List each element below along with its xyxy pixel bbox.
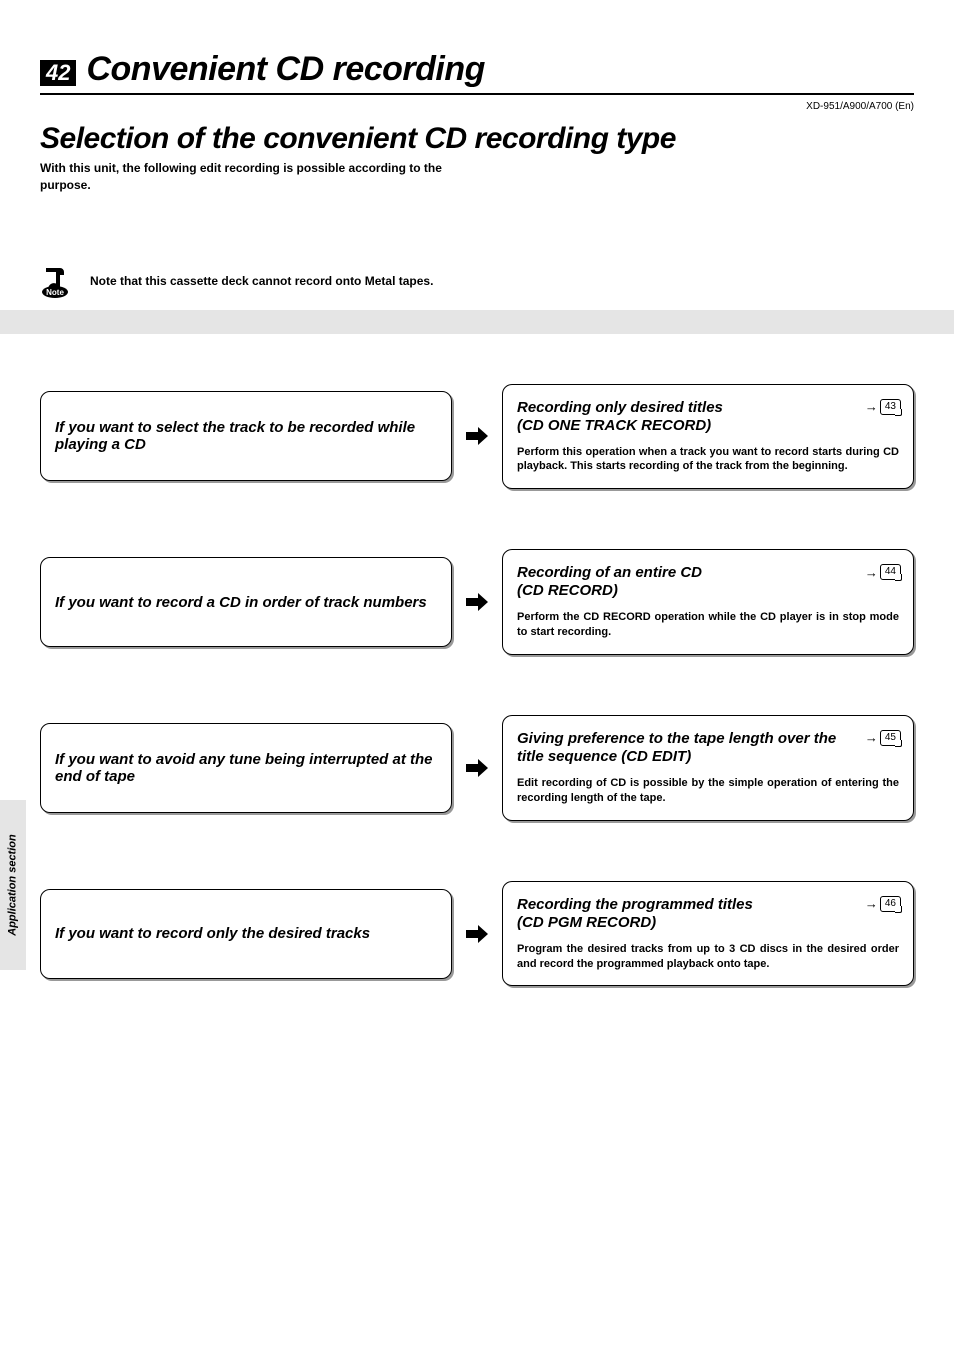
arrow-right-icon: [466, 759, 488, 777]
option-result-title: Recording only desired titles(CD ONE TRA…: [517, 399, 899, 435]
page-reference: → 43: [865, 399, 901, 415]
option-result-title: Recording the programmed titles(CD PGM R…: [517, 896, 899, 932]
option-condition-box: If you want to avoid any tune being inte…: [40, 723, 452, 813]
option-result-box: → 43 Recording only desired titles(CD ON…: [502, 384, 914, 490]
option-pair: If you want to record only the desired t…: [40, 881, 914, 987]
option-result-description: Perform this operation when a track you …: [517, 445, 899, 475]
note-icon: Note: [40, 264, 76, 300]
side-tab: Application section: [0, 800, 26, 970]
section-title: Selection of the convenient CD recording…: [40, 122, 914, 156]
page-ref-number: 45: [880, 730, 901, 746]
option-condition-text: If you want to record a CD in order of t…: [55, 594, 437, 611]
recording-options-list: If you want to select the track to be re…: [40, 384, 914, 987]
option-result-description: Perform the CD RECORD operation while th…: [517, 610, 899, 640]
option-result-description: Program the desired tracks from up to 3 …: [517, 942, 899, 972]
option-condition-box: If you want to select the track to be re…: [40, 391, 452, 481]
option-pair: If you want to avoid any tune being inte…: [40, 715, 914, 821]
side-tab-label: Application section: [7, 834, 19, 935]
arrow-right-small-icon: →: [865, 730, 878, 745]
page-ref-number: 46: [880, 896, 901, 912]
option-result-box: → 46 Recording the programmed titles(CD …: [502, 881, 914, 987]
page-number-badge: 42: [40, 60, 76, 86]
option-condition-text: If you want to select the track to be re…: [55, 419, 437, 453]
arrow-right-icon: [466, 427, 488, 445]
page-reference: → 46: [865, 896, 901, 912]
option-result-title: Giving preference to the tape length ove…: [517, 730, 899, 766]
option-pair: If you want to record a CD in order of t…: [40, 549, 914, 655]
option-result-description: Edit recording of CD is possible by the …: [517, 776, 899, 806]
model-line: XD-951/A900/A700 (En): [40, 101, 914, 112]
arrow-right-small-icon: →: [865, 399, 878, 414]
note-text: Note that this cassette deck cannot reco…: [90, 273, 433, 290]
page-ref-number: 43: [880, 399, 901, 415]
intro-text: With this unit, the following edit recor…: [40, 160, 460, 194]
option-pair: If you want to select the track to be re…: [40, 384, 914, 490]
option-result-title: Recording of an entire CD(CD RECORD): [517, 564, 899, 600]
option-condition-text: If you want to avoid any tune being inte…: [55, 751, 437, 785]
option-condition-text: If you want to record only the desired t…: [55, 925, 437, 942]
manual-page: Application section 42 Convenient CD rec…: [0, 0, 954, 1351]
option-result-box: → 45 Giving preference to the tape lengt…: [502, 715, 914, 821]
page-ref-number: 44: [880, 564, 901, 580]
chapter-title: Convenient CD recording: [86, 50, 484, 89]
option-result-box: → 44 Recording of an entire CD(CD RECORD…: [502, 549, 914, 655]
arrow-right-icon: [466, 925, 488, 943]
option-condition-box: If you want to record only the desired t…: [40, 889, 452, 979]
arrow-right-small-icon: →: [865, 565, 878, 580]
arrow-right-small-icon: →: [865, 896, 878, 911]
page-reference: → 44: [865, 564, 901, 580]
note-icon-label: Note: [46, 288, 64, 297]
page-header: 42 Convenient CD recording: [40, 50, 914, 95]
note-row: Note Note that this cassette deck cannot…: [40, 264, 914, 300]
gray-band: [0, 310, 954, 334]
page-reference: → 45: [865, 730, 901, 746]
option-condition-box: If you want to record a CD in order of t…: [40, 557, 452, 647]
arrow-right-icon: [466, 593, 488, 611]
